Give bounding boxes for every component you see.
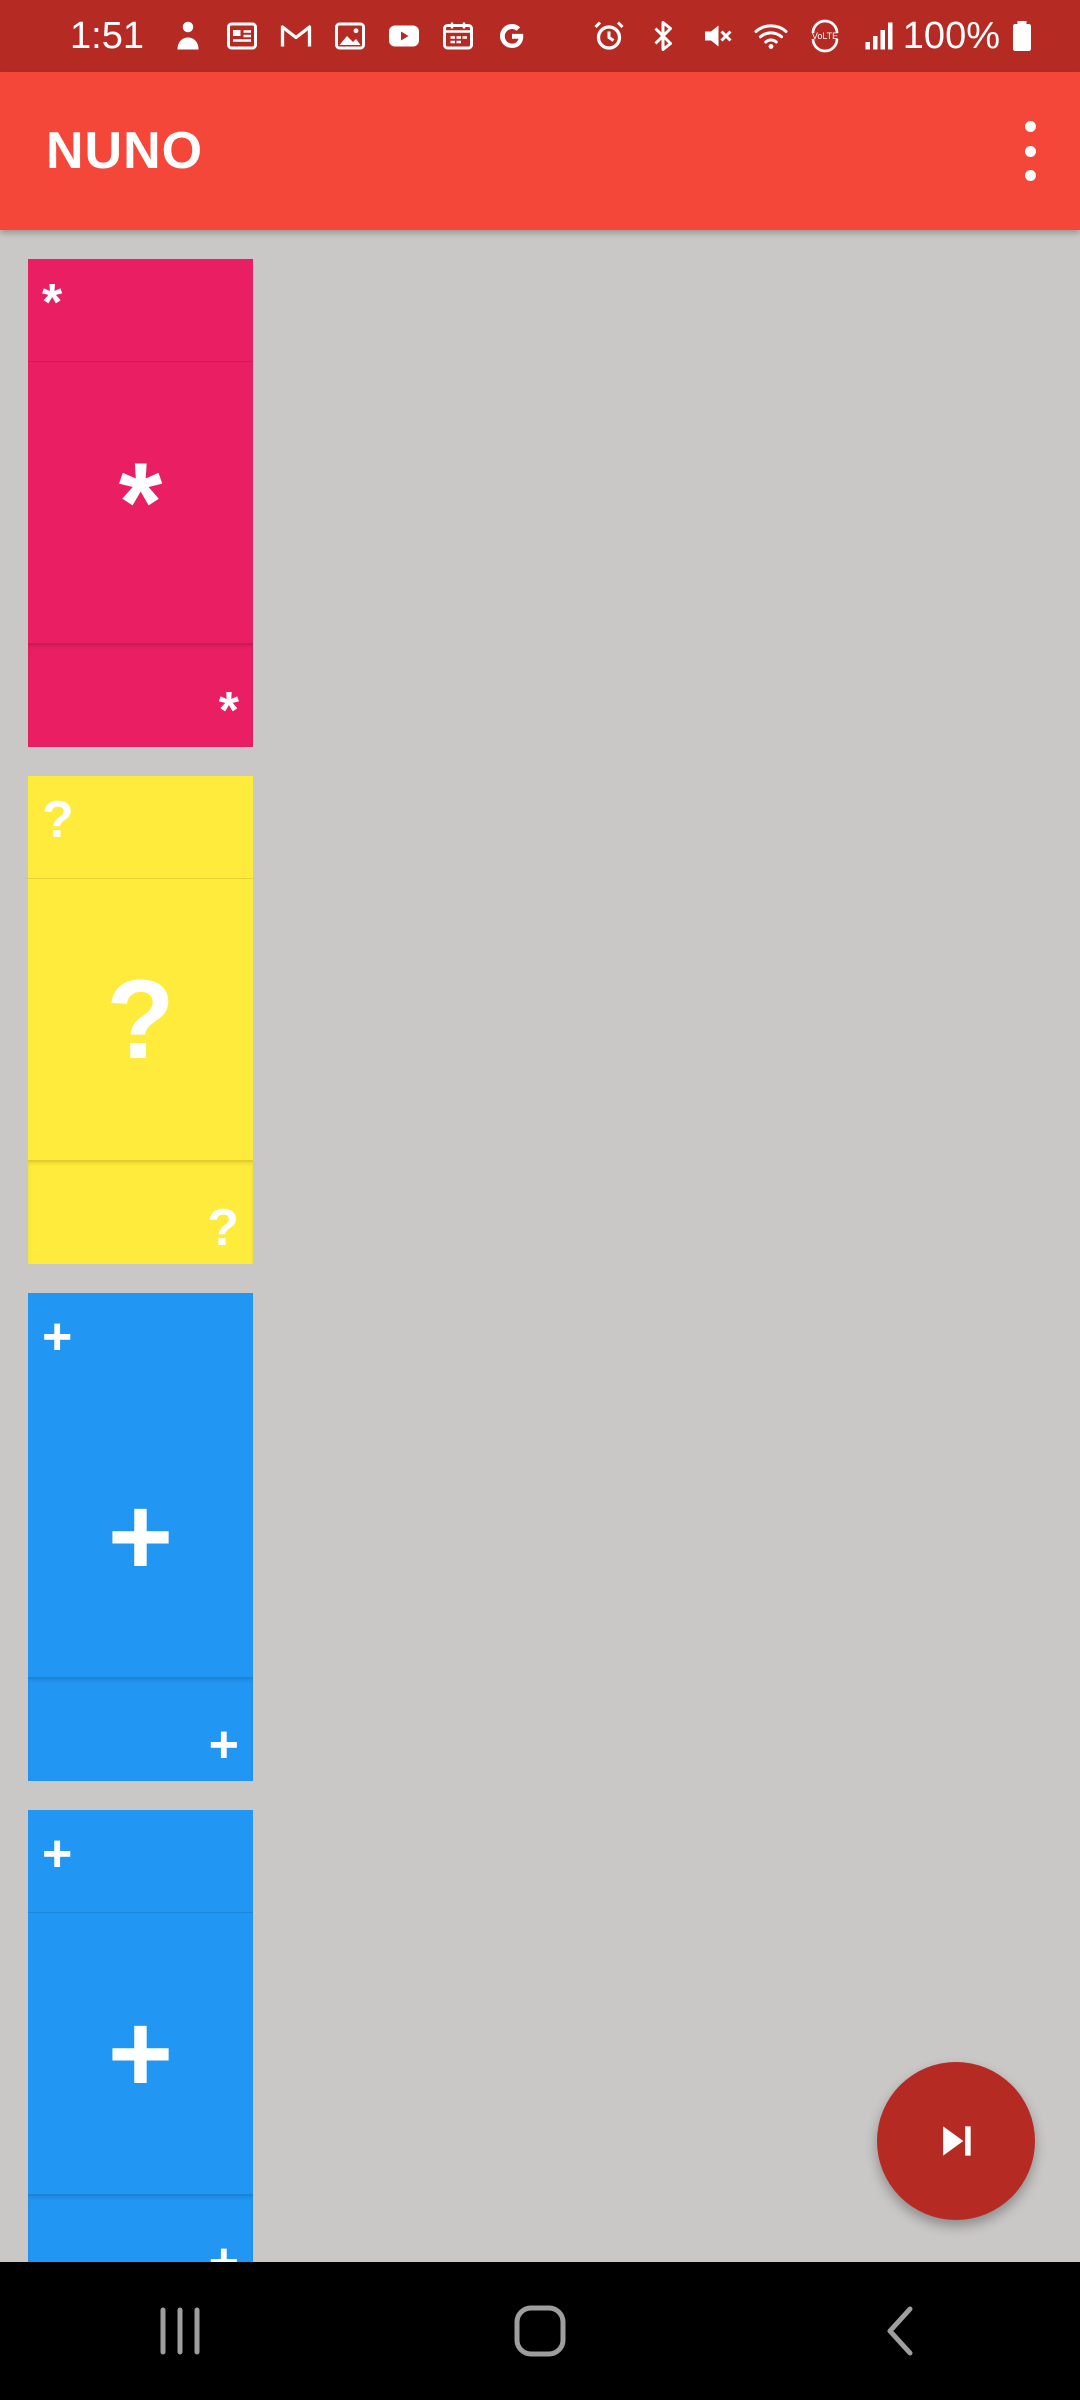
gmail-icon bbox=[278, 18, 314, 54]
home-icon bbox=[514, 2305, 566, 2357]
card-plus[interactable]: + + + bbox=[28, 1293, 253, 1781]
card-corner-top: + bbox=[42, 1308, 73, 1366]
volte-icon: VoLTE bbox=[807, 18, 843, 54]
card-corner-top: ? bbox=[42, 791, 74, 849]
card-corner-bottom: + bbox=[208, 2233, 239, 2262]
google-icon bbox=[494, 18, 530, 54]
recents-icon bbox=[160, 2307, 200, 2355]
card-list: * * * ? ? ? + + + + + + bbox=[0, 230, 1080, 2262]
alarm-icon bbox=[591, 18, 627, 54]
card-center-symbol: + bbox=[107, 1474, 174, 1599]
news-icon bbox=[224, 18, 260, 54]
card-corner-bottom: + bbox=[208, 1716, 239, 1774]
skip-next-icon bbox=[943, 2126, 971, 2156]
gallery-icon bbox=[332, 18, 368, 54]
card-center-symbol: + bbox=[107, 1991, 174, 2116]
status-bar: 1:51 VoLTE 100% bbox=[0, 0, 1080, 72]
signal-icon bbox=[861, 18, 897, 54]
battery-level: 100% bbox=[902, 14, 1000, 57]
back-icon bbox=[887, 2306, 913, 2356]
card-corner-top: + bbox=[42, 1825, 73, 1883]
svg-text:VoLTE: VoLTE bbox=[812, 31, 838, 41]
wifi-icon bbox=[753, 18, 789, 54]
more-vert-icon[interactable] bbox=[1010, 121, 1050, 181]
card-center-symbol: * bbox=[118, 440, 163, 565]
notification-icons bbox=[170, 18, 530, 54]
card-corner-bottom: * bbox=[218, 682, 239, 740]
youtube-icon bbox=[386, 18, 422, 54]
back-button[interactable] bbox=[855, 2286, 945, 2376]
navigation-bar bbox=[0, 2262, 1080, 2400]
card-asterisk[interactable]: * * * bbox=[28, 259, 253, 747]
card-corner-top: * bbox=[42, 274, 63, 332]
app-bar: NUNO bbox=[0, 72, 1080, 230]
calendar-icon bbox=[440, 18, 476, 54]
card-corner-bottom: ? bbox=[207, 1199, 239, 1257]
app-title: NUNO bbox=[46, 122, 204, 180]
skip-next-button[interactable] bbox=[877, 2062, 1035, 2220]
status-time: 1:51 bbox=[70, 14, 144, 57]
home-button[interactable] bbox=[495, 2286, 585, 2376]
person-icon bbox=[170, 18, 206, 54]
card-question[interactable]: ? ? ? bbox=[28, 776, 253, 1264]
mute-icon bbox=[699, 18, 735, 54]
recents-button[interactable] bbox=[135, 2286, 225, 2376]
battery-icon bbox=[1004, 18, 1040, 54]
card-center-symbol: ? bbox=[106, 957, 175, 1082]
card-plus[interactable]: + + + bbox=[28, 1810, 253, 2262]
bluetooth-icon bbox=[645, 18, 681, 54]
system-icons: VoLTE bbox=[591, 18, 897, 54]
